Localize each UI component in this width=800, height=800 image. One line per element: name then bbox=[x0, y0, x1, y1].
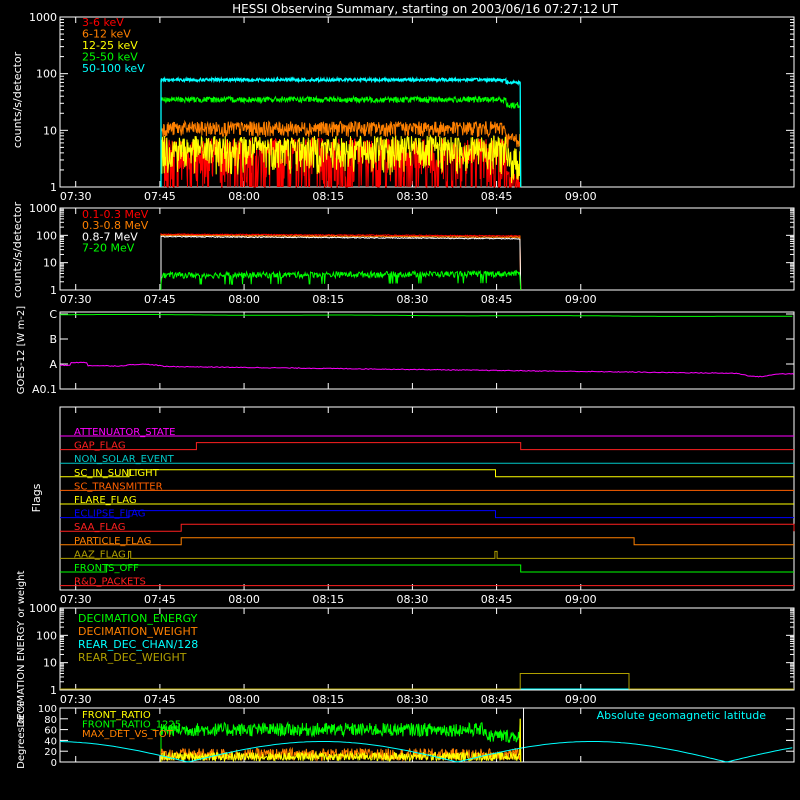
x-tick-label: 08:45 bbox=[481, 190, 513, 203]
panel4-flag-label: ATTENUATOR_STATE bbox=[74, 427, 175, 438]
panel5-y-tick-label: 1000 bbox=[29, 602, 57, 615]
panel1-y-tick-label: 1 bbox=[50, 181, 57, 194]
panel4-flag-label: NON_SOLAR_EVENT bbox=[74, 454, 175, 465]
y-axis-label: Degrees or % bbox=[16, 701, 27, 769]
panel4-flag-label: PARTICLE_FLAG bbox=[74, 536, 151, 547]
x-tick-label: 09:00 bbox=[565, 593, 597, 606]
x-tick-label: 08:45 bbox=[481, 593, 513, 606]
panel6-y-tick-label: 100 bbox=[38, 704, 57, 715]
x-tick-label: 08:30 bbox=[397, 693, 429, 706]
x-tick-label: 07:30 bbox=[60, 593, 92, 606]
x-tick-label: 07:45 bbox=[144, 693, 176, 706]
x-tick-label: 07:45 bbox=[144, 593, 176, 606]
panel3-y-tick-label: A0.1 bbox=[32, 383, 57, 396]
panel6-y-tick-label: 0 bbox=[51, 758, 57, 769]
panel4-flag-label: AAZ_FLAG bbox=[74, 549, 126, 560]
panel5-legend-entry: REAR_DEC_CHAN/128 bbox=[78, 638, 198, 651]
panel4-flag-label: SC_IN_SUNLIGHT bbox=[74, 468, 160, 479]
x-tick-label: 07:30 bbox=[60, 693, 92, 706]
y-axis-label: GOES-12 [W m-2] bbox=[16, 306, 27, 394]
panel6-y-tick-label: 80 bbox=[44, 715, 57, 726]
panel3-y-tick-label: B bbox=[49, 333, 57, 346]
x-tick-label: 08:15 bbox=[312, 190, 344, 203]
panel1-y-tick-label: 100 bbox=[36, 68, 57, 81]
panel6-annotation: Absolute geomagnetic latitude bbox=[597, 709, 767, 722]
x-tick-label: 07:45 bbox=[144, 293, 176, 306]
panel4-flag-label: FRONTS_OFF bbox=[74, 563, 139, 574]
x-tick-label: 08:15 bbox=[312, 693, 344, 706]
x-tick-label: 08:00 bbox=[228, 293, 260, 306]
panel2-y-tick-label: 100 bbox=[36, 229, 57, 242]
panel3-y-tick-label: A bbox=[49, 358, 57, 371]
x-tick-label: 07:30 bbox=[60, 190, 92, 203]
x-tick-label: 08:45 bbox=[481, 693, 513, 706]
x-tick-label: 08:00 bbox=[228, 190, 260, 203]
x-tick-label: 08:00 bbox=[228, 693, 260, 706]
panel4-flag-label: SC_TRANSMITTER bbox=[74, 481, 163, 492]
x-tick-label: 07:30 bbox=[60, 293, 92, 306]
panel5-y-tick-label: 1 bbox=[50, 684, 57, 697]
x-tick-label: 09:00 bbox=[565, 190, 597, 203]
x-tick-label: 08:30 bbox=[397, 190, 429, 203]
panel4-flag-label: GAP_FLAG bbox=[74, 441, 126, 452]
panel1-legend-entry: 50-100 keV bbox=[82, 62, 145, 75]
y-axis-label: counts/s/detector bbox=[11, 51, 24, 148]
x-tick-label: 08:30 bbox=[397, 593, 429, 606]
x-tick-label: 09:00 bbox=[565, 293, 597, 306]
panel6-y-tick-label: 20 bbox=[44, 747, 57, 758]
panel5-legend-entry: DECIMATION_WEIGHT bbox=[78, 625, 198, 638]
x-tick-label: 08:45 bbox=[481, 293, 513, 306]
panel2-y-tick-label: 1000 bbox=[29, 202, 57, 215]
panel5-y-tick-label: 10 bbox=[43, 657, 57, 670]
hessi-summary-plot: HESSI Observing Summary, starting on 200… bbox=[0, 0, 800, 800]
x-tick-label: 09:00 bbox=[565, 693, 597, 706]
panel4-flag-label: FLARE_FLAG bbox=[74, 495, 137, 506]
x-tick-label: 08:30 bbox=[397, 293, 429, 306]
panel2-y-tick-label: 1 bbox=[50, 284, 57, 297]
x-tick-label: 07:45 bbox=[144, 190, 176, 203]
panel4-flag-label: ECLIPSE_FLAG bbox=[74, 509, 145, 520]
x-tick-label: 08:15 bbox=[312, 293, 344, 306]
plot-title: HESSI Observing Summary, starting on 200… bbox=[232, 2, 618, 16]
y-axis-label: Flags bbox=[30, 483, 43, 512]
panel2-y-tick-label: 10 bbox=[43, 257, 57, 270]
panel4-flag-label: SAA_FLAG bbox=[74, 522, 125, 533]
y-axis-label: counts/s/detector bbox=[11, 201, 24, 298]
panel4-flag-label: R&D_PACKETS bbox=[74, 577, 146, 588]
panel5-y-tick-label: 100 bbox=[36, 629, 57, 642]
plot-background bbox=[0, 0, 800, 800]
panel1-y-tick-label: 1000 bbox=[29, 11, 57, 24]
panel5-legend-entry: REAR_DEC_WEIGHT bbox=[78, 651, 187, 664]
panel3-y-tick-label: C bbox=[49, 308, 57, 321]
panel1-y-tick-label: 10 bbox=[43, 124, 57, 137]
panel6-y-tick-label: 60 bbox=[44, 726, 57, 737]
x-tick-label: 08:00 bbox=[228, 593, 260, 606]
panel6-legend-entry: MAX_DET_VS_TOT bbox=[82, 729, 174, 740]
panel6-y-tick-label: 40 bbox=[44, 736, 57, 747]
x-tick-label: 08:15 bbox=[312, 593, 344, 606]
panel5-legend-entry: DECIMATION_ENERGY bbox=[78, 612, 198, 625]
panel2-legend-entry: 7-20 MeV bbox=[82, 242, 135, 255]
